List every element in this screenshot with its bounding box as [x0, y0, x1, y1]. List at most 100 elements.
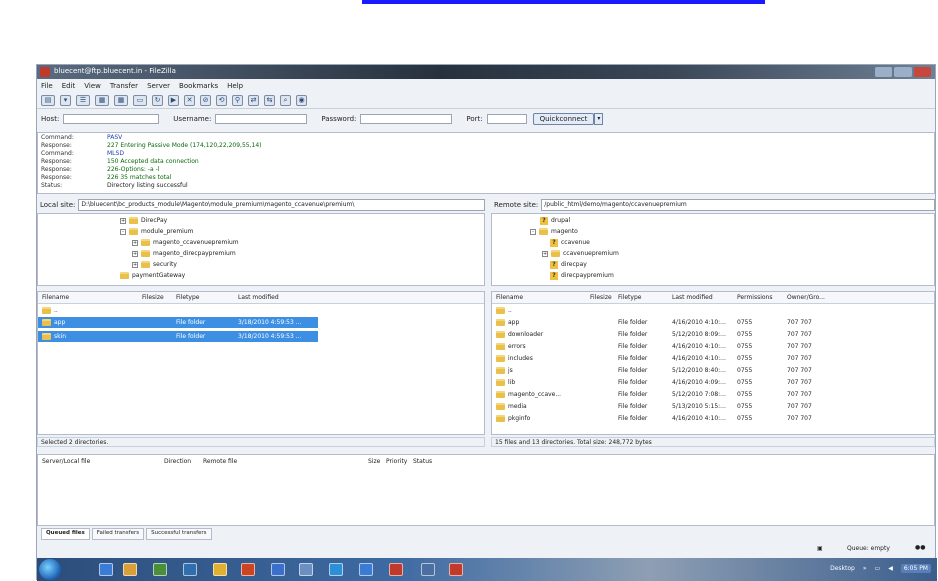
col-status[interactable]: Status: [413, 458, 432, 465]
quickconnect-dropdown-icon[interactable]: ▾: [594, 113, 604, 125]
host-input[interactable]: [63, 114, 160, 124]
tab-queued-files[interactable]: Queued files: [41, 528, 90, 540]
site-manager-icon[interactable]: ▤: [41, 95, 55, 106]
table-row[interactable]: downloader File folder 5/12/2010 8:09:... 0…: [492, 329, 934, 340]
col-permissions[interactable]: Permissions: [737, 294, 773, 301]
taskbar-app-icon[interactable]: [153, 563, 167, 576]
tree-node[interactable]: + security: [132, 260, 177, 269]
tab-successful-transfers[interactable]: Successful transfers: [146, 528, 212, 540]
menu-help[interactable]: Help: [227, 82, 243, 90]
taskbar-app-icon[interactable]: [271, 563, 285, 576]
volume-icon[interactable]: ◀: [888, 565, 893, 572]
menu-server[interactable]: Server: [147, 82, 170, 90]
expand-icon[interactable]: +: [542, 250, 548, 257]
taskbar-app-icon[interactable]: [299, 563, 313, 576]
table-row[interactable]: media File folder 5/13/2010 5:15:... 0755 70…: [492, 401, 934, 412]
table-row[interactable]: js File folder 5/12/2010 8:40:... 0755 707 7…: [492, 365, 934, 376]
taskbar-app-icon[interactable]: [421, 563, 435, 576]
collapse-icon[interactable]: -: [530, 228, 536, 235]
local-path-input[interactable]: D:\bluecent\bc_products_module\Magento\m…: [78, 199, 485, 211]
col-remote-file[interactable]: Remote file: [203, 458, 237, 465]
taskbar-app-icon[interactable]: [213, 563, 227, 576]
menu-file[interactable]: File: [41, 82, 53, 90]
toggle-log-icon[interactable]: ☰: [76, 95, 90, 106]
taskbar-app-icon[interactable]: [241, 563, 255, 576]
find-icon[interactable]: ◉: [296, 95, 307, 106]
tab-failed-transfers[interactable]: Failed transfers: [91, 528, 145, 540]
col-direction[interactable]: Direction: [164, 458, 191, 465]
port-input[interactable]: [486, 114, 527, 124]
taskbar-app-icon[interactable]: [123, 563, 137, 576]
tree-node[interactable]: ? direcpay: [550, 260, 587, 269]
password-input[interactable]: [360, 114, 453, 124]
network-icon[interactable]: ▭: [875, 565, 881, 572]
refresh-icon[interactable]: ↻: [152, 95, 163, 106]
table-row[interactable]: includes File folder 4/16/2010 4:10:... 075…: [492, 353, 934, 364]
start-button[interactable]: [39, 559, 61, 580]
col-filename[interactable]: Filename: [42, 294, 69, 301]
col-priority[interactable]: Priority: [386, 458, 407, 465]
expand-icon[interactable]: -: [120, 228, 126, 235]
col-last-modified[interactable]: Last modified: [672, 294, 713, 301]
table-row[interactable]: errors File folder 4/16/2010 4:10:... 0755 7…: [492, 341, 934, 352]
toggle-queue-icon[interactable]: ▭: [133, 95, 147, 106]
close-button[interactable]: [913, 67, 931, 77]
quickconnect-button[interactable]: Quickconnect: [532, 113, 595, 125]
compare-icon[interactable]: ⇄: [248, 95, 259, 106]
process-queue-icon[interactable]: ▶: [168, 95, 179, 106]
expand-icon[interactable]: +: [120, 217, 126, 224]
col-size[interactable]: Size: [368, 458, 380, 465]
tree-node[interactable]: - magento: [530, 227, 578, 236]
col-filetype[interactable]: Filetype: [176, 294, 199, 301]
col-owner-group[interactable]: Owner/Gro...: [787, 294, 825, 301]
col-filename[interactable]: Filename: [496, 294, 523, 301]
taskbar-app-icon[interactable]: [359, 563, 373, 576]
tree-node[interactable]: ? ccavenue: [550, 238, 590, 247]
filter-icon[interactable]: ⚲: [232, 95, 243, 106]
tree-node[interactable]: + DirecPay: [120, 216, 167, 225]
tree-node[interactable]: ? drupal: [540, 216, 570, 225]
col-last-modified[interactable]: Last modified: [238, 294, 279, 301]
table-row[interactable]: app File folder 4/16/2010 4:10:... 0755 707 …: [492, 317, 934, 328]
expand-icon[interactable]: +: [132, 250, 138, 257]
col-server-local-file[interactable]: Server/Local file: [42, 458, 90, 465]
username-input[interactable]: [215, 114, 308, 124]
toggle-local-tree-icon[interactable]: ▦: [95, 95, 109, 106]
tree-node[interactable]: + ccavenuepremium: [542, 249, 619, 258]
remote-path-input[interactable]: /public_html/demo/magento/ccavenuepremiu…: [541, 199, 935, 211]
table-row[interactable]: magento_ccave... File folder 5/12/2010 7:0…: [492, 389, 934, 400]
expand-icon[interactable]: +: [132, 239, 138, 246]
tree-node[interactable]: - module_premium: [120, 227, 193, 236]
taskbar-app-icon[interactable]: [99, 563, 113, 576]
col-filesize[interactable]: Filesize: [142, 294, 164, 301]
taskbar-app-icon[interactable]: [389, 563, 403, 576]
menu-transfer[interactable]: Transfer: [110, 82, 138, 90]
tree-node[interactable]: + magento_ccavenuepremium: [132, 238, 239, 247]
desktop-label[interactable]: Desktop: [830, 565, 855, 572]
taskbar-app-icon[interactable]: [449, 563, 463, 576]
table-row[interactable]: skin File folder 3/18/2010 4:59:53 ...: [38, 331, 318, 342]
col-filetype[interactable]: Filetype: [618, 294, 641, 301]
table-row[interactable]: lib File folder 4/16/2010 4:09:... 0755 707 …: [492, 377, 934, 388]
sync-browse-icon[interactable]: ⇆: [264, 95, 275, 106]
menu-edit[interactable]: Edit: [62, 82, 76, 90]
search-icon[interactable]: ⌕: [280, 95, 291, 106]
menu-bookmarks[interactable]: Bookmarks: [179, 82, 218, 90]
toggle-remote-tree-icon[interactable]: ▦: [114, 95, 128, 106]
table-row[interactable]: ..: [38, 305, 484, 316]
tree-node[interactable]: ? direcpaypremium: [550, 271, 614, 280]
col-filesize[interactable]: Filesize: [590, 294, 612, 301]
cancel-icon[interactable]: ✕: [184, 95, 195, 106]
maximize-button[interactable]: [894, 67, 912, 77]
tray-arrows-icon[interactable]: »: [863, 565, 867, 572]
tree-node[interactable]: paymentGateway: [120, 271, 185, 280]
expand-icon[interactable]: +: [132, 261, 138, 268]
reconnect-icon[interactable]: ⟲: [216, 95, 227, 106]
table-row[interactable]: pkginfo File folder 4/16/2010 4:10:... 0755…: [492, 413, 934, 424]
menu-view[interactable]: View: [84, 82, 101, 90]
taskbar-app-icon[interactable]: [329, 563, 343, 576]
table-row[interactable]: ..: [492, 305, 934, 316]
tree-node[interactable]: + magento_direcpaypremium: [132, 249, 236, 258]
title-bar[interactable]: bluecent@ftp.bluecent.in - FileZilla: [37, 65, 935, 79]
disconnect-icon[interactable]: ⊘: [200, 95, 211, 106]
